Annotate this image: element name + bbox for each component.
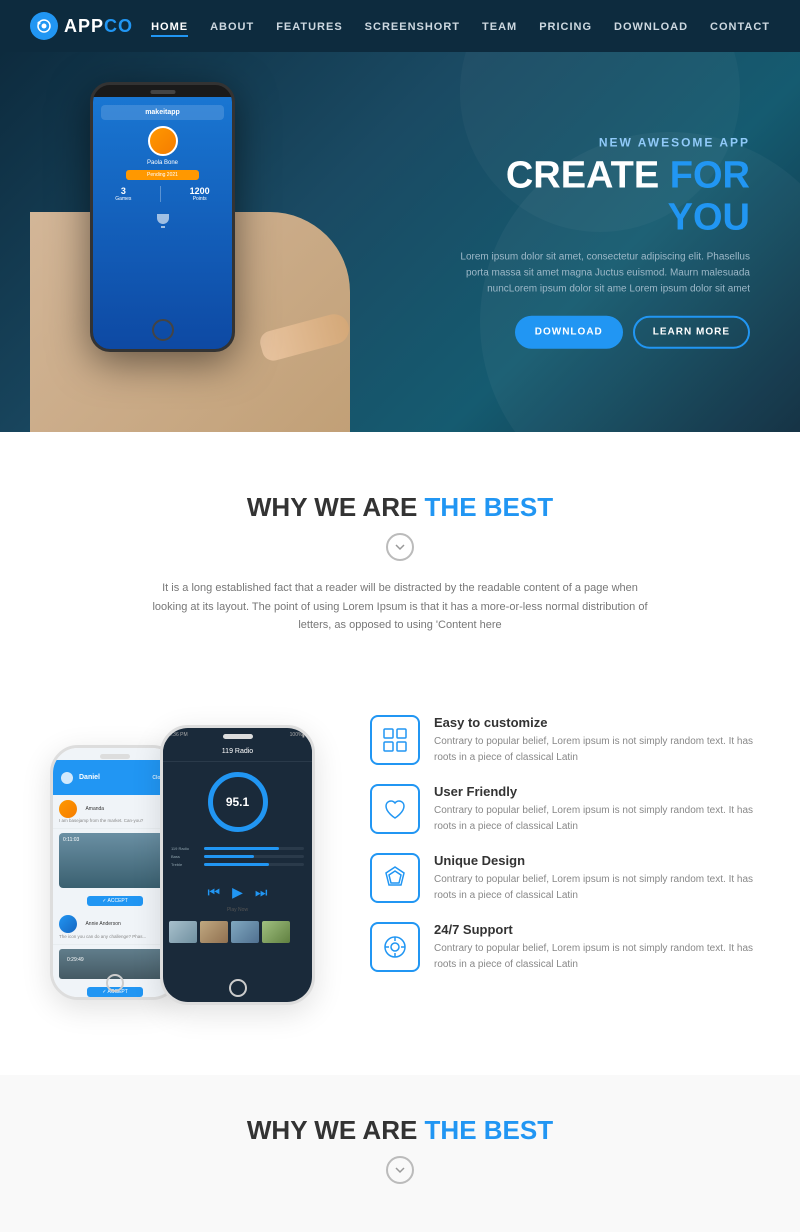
- feature-4: 24/7 Support Contrary to popular belief,…: [370, 922, 760, 973]
- download-button[interactable]: DOWNLOAD: [515, 315, 623, 348]
- feature-2-desc: Contrary to popular belief, Lorem ipsum …: [434, 803, 760, 835]
- hero-content: NEW AWESOME APP CREATE FOR YOU Lorem ips…: [450, 136, 750, 349]
- learn-more-button[interactable]: LEARN MORE: [633, 315, 750, 348]
- accept-btn-1[interactable]: ✓ ACCEPT: [87, 896, 143, 906]
- feature-2-icon-box: [370, 784, 420, 834]
- features-area: Daniel Closed Amanda I am basejamp from …: [0, 715, 800, 1075]
- why-section: WHY WE ARE THE BEST It is a long establi…: [0, 432, 800, 715]
- phone-app-title: makeitapp: [101, 105, 224, 120]
- feature-1-icon-box: [370, 715, 420, 765]
- feature-2-title: User Friendly: [434, 784, 760, 799]
- phone-trophy-icon: [153, 210, 173, 230]
- phone-user-name: Paola Bone: [101, 160, 224, 166]
- mock-thumb-a: [169, 921, 197, 943]
- bar-fill-2: [204, 855, 254, 858]
- nav-item-about[interactable]: ABOUT: [210, 17, 254, 35]
- bar-fill-1: [204, 847, 279, 850]
- chat-item-2: Annie Anderson The icon you can do any c…: [53, 910, 177, 944]
- logo[interactable]: APPCO: [30, 12, 133, 40]
- chat-avatar-1: [59, 800, 77, 818]
- mock-play-label: Play Now: [163, 907, 312, 913]
- feature-3-desc: Contrary to popular belief, Lorem ipsum …: [434, 872, 760, 904]
- nav-item-download[interactable]: DOWNLOAD: [614, 17, 688, 35]
- mock-header-icon: [61, 772, 73, 784]
- mock-gauge: 95.1: [208, 772, 268, 832]
- feature-4-icon-box: [370, 922, 420, 972]
- mock-phone-1-home: [106, 974, 124, 992]
- logo-icon: [30, 12, 58, 40]
- hero-section: makeitapp Paola Bone Pending 2021 3 Game…: [0, 52, 800, 432]
- mock-thumb-c: [231, 921, 259, 943]
- feature-3-title: Unique Design: [434, 853, 760, 868]
- logo-text: APPCO: [64, 16, 133, 37]
- mock-screen-2: 4:36 PM 100%▌ 119 Radio 95.1 119 Radio B…: [163, 728, 312, 1002]
- hero-buttons: DOWNLOAD LEARN MORE: [450, 315, 750, 348]
- chat-item-1: Amanda I am basejamp from the market. Ca…: [53, 795, 177, 829]
- hero-phone-area: makeitapp Paola Bone Pending 2021 3 Game…: [30, 52, 370, 432]
- mock-screen-1: Daniel Closed Amanda I am basejamp from …: [53, 748, 177, 997]
- bar-row-2: Bass: [171, 854, 304, 859]
- feature-1-title: Easy to customize: [434, 715, 760, 730]
- phone-avatar: [148, 126, 178, 156]
- chat-avatar-2: [59, 915, 77, 933]
- navbar: APPCO HOME ABOUT FEATURES SCREENSHORT TE…: [0, 0, 800, 52]
- feature-4-title: 24/7 Support: [434, 922, 760, 937]
- hero-subtitle: NEW AWESOME APP: [450, 136, 750, 150]
- mock-thumb-d: [262, 921, 290, 943]
- phone-home: [152, 319, 174, 341]
- why-section-2: WHY WE ARE THE BEST: [0, 1075, 800, 1232]
- mock-phone-2-home: [229, 979, 247, 997]
- bar-row-3: Treble: [171, 862, 304, 867]
- bar-row-1: 119 Radio: [171, 846, 304, 851]
- mock-header-2: 119 Radio: [163, 742, 312, 762]
- mock-thumb-b: [200, 921, 228, 943]
- chat-name-2: Annie Anderson: [85, 921, 120, 927]
- nav-item-home[interactable]: HOME: [151, 17, 188, 35]
- mock-phone-2: 4:36 PM 100%▌ 119 Radio 95.1 119 Radio B…: [160, 725, 315, 1005]
- nav-item-screenshort[interactable]: SCREENSHORT: [365, 17, 460, 35]
- features-list: Easy to customize Contrary to popular be…: [370, 715, 760, 973]
- nav-item-pricing[interactable]: PRICING: [539, 17, 592, 35]
- hero-description: Lorem ipsum dolor sit amet, consectetur …: [450, 249, 750, 297]
- phone-stat-2: 1200 Points: [190, 186, 210, 202]
- feature-2: User Friendly Contrary to popular belief…: [370, 784, 760, 835]
- feature-4-text: 24/7 Support Contrary to popular belief,…: [434, 922, 760, 973]
- chat-name-1: Amanda: [85, 806, 104, 812]
- chat-image-block: 0:11:03: [59, 833, 171, 888]
- phone-notch: [150, 90, 175, 94]
- mock-phone-2-notch: [223, 734, 253, 739]
- feature-1-text: Easy to customize Contrary to popular be…: [434, 715, 760, 766]
- feature-1-desc: Contrary to popular belief, Lorem ipsum …: [434, 734, 760, 766]
- phone-screen: makeitapp Paola Bone Pending 2021 3 Game…: [93, 97, 232, 352]
- mock-thumb-row: [163, 917, 312, 947]
- feature-2-text: User Friendly Contrary to popular belief…: [434, 784, 760, 835]
- chevron-down-icon-2[interactable]: [386, 1156, 414, 1184]
- feature-4-desc: Contrary to popular belief, Lorem ipsum …: [434, 941, 760, 973]
- mock-phone-1-notch: [100, 754, 130, 759]
- nav-item-features[interactable]: FEATURES: [276, 17, 342, 35]
- bar-fill-3: [204, 863, 269, 866]
- phone-stats: 3 Games 1200 Points: [101, 186, 224, 202]
- why-description: It is a long established fact that a rea…: [150, 579, 650, 635]
- nav-links: HOME ABOUT FEATURES SCREENSHORT TEAM PRI…: [151, 17, 770, 35]
- hero-phone: makeitapp Paola Bone Pending 2021 3 Game…: [90, 82, 235, 352]
- nav-item-team[interactable]: TEAM: [482, 17, 517, 35]
- nav-item-contact[interactable]: CONTACT: [710, 17, 770, 35]
- mock-header-1: Daniel Closed: [53, 760, 177, 795]
- feature-1: Easy to customize Contrary to popular be…: [370, 715, 760, 766]
- phone-stat-1: 3 Games: [115, 186, 131, 202]
- phone-stat-divider: [160, 186, 161, 202]
- phone-pending-btn: Pending 2021: [126, 170, 200, 180]
- why-title-2: WHY WE ARE THE BEST: [60, 1115, 740, 1146]
- hero-title: CREATE FOR YOU: [450, 156, 750, 240]
- feature-3-icon-box: [370, 853, 420, 903]
- chevron-down-icon[interactable]: [386, 533, 414, 561]
- mock-bar-area: 119 Radio Bass Treble: [163, 842, 312, 874]
- feature-3: Unique Design Contrary to popular belief…: [370, 853, 760, 904]
- phones-mockup: Daniel Closed Amanda I am basejamp from …: [40, 715, 340, 1015]
- why-title: WHY WE ARE THE BEST: [60, 492, 740, 523]
- feature-3-text: Unique Design Contrary to popular belief…: [434, 853, 760, 904]
